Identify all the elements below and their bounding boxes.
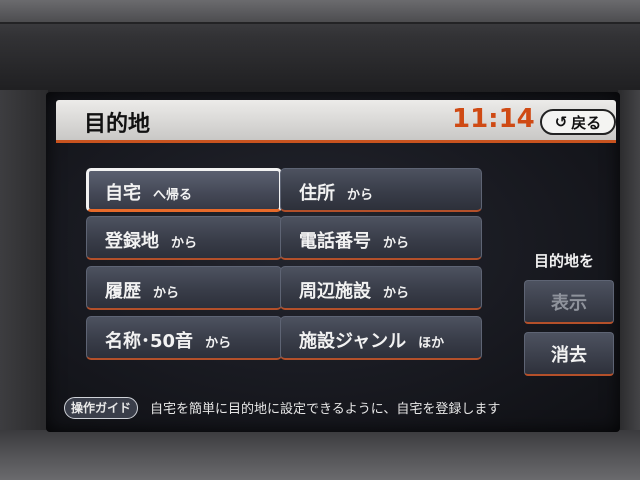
clock: 11:14: [452, 104, 535, 134]
side-label: 目的地を: [534, 252, 595, 270]
dashboard-bezel-bottom: [0, 430, 640, 480]
erase-button[interactable]: 消去: [524, 332, 614, 376]
guide-text: 自宅を簡単に目的地に設定できるように、自宅を登録します: [150, 402, 501, 417]
menu-item-main: 履歴: [105, 281, 141, 302]
back-label: 戻る: [571, 113, 602, 132]
show-button[interactable]: 表示: [524, 280, 614, 324]
navigation-screen: 目的地 11:14 ↺ 戻る 自宅 へ帰る 登録地 から 履歴 から 名称･50…: [46, 92, 620, 432]
guide-bar: 操作ガイド 自宅を簡単に目的地に設定できるように、自宅を登録します: [56, 392, 616, 422]
bezel-left: [0, 90, 48, 435]
dashboard-lip: [0, 0, 640, 24]
menu-item-sub: から: [347, 188, 374, 203]
menu-item-sub: から: [171, 236, 198, 251]
menu-item-sub: ほか: [418, 336, 445, 351]
menu-genre-button[interactable]: 施設ジャンル ほか: [280, 316, 482, 360]
header-bar: 目的地 11:14 ↺ 戻る: [56, 100, 616, 143]
menu-name-search-button[interactable]: 名称･50音 から: [86, 316, 282, 360]
menu-item-main: 自宅: [105, 183, 141, 204]
menu-item-sub: から: [153, 286, 180, 301]
menu-item-sub: から: [383, 236, 410, 251]
menu-item-sub: へ帰る: [153, 188, 193, 203]
guide-badge[interactable]: 操作ガイド: [64, 397, 139, 419]
back-button[interactable]: ↺ 戻る: [540, 109, 616, 135]
menu-item-main: 住所: [299, 183, 335, 204]
menu-item-main: 周辺施設: [299, 281, 371, 302]
menu-phone-button[interactable]: 電話番号 から: [280, 216, 482, 260]
menu-item-sub: から: [383, 286, 410, 301]
menu-registered-button[interactable]: 登録地 から: [86, 216, 282, 260]
menu-item-main: 登録地: [105, 231, 159, 252]
menu-item-main: 電話番号: [299, 231, 371, 252]
menu-history-button[interactable]: 履歴 から: [86, 266, 282, 310]
menu-item-sub: から: [205, 336, 232, 351]
back-arrow-icon: ↺: [554, 113, 568, 131]
menu-home-button[interactable]: 自宅 へ帰る: [86, 168, 282, 212]
bezel-right: [618, 90, 640, 435]
menu-item-main: 施設ジャンル: [299, 331, 407, 352]
page-title: 目的地: [84, 112, 151, 137]
menu-item-main: 名称･50音: [105, 331, 194, 352]
menu-nearby-button[interactable]: 周辺施設 から: [280, 266, 482, 310]
menu-address-button[interactable]: 住所 から: [280, 168, 482, 212]
